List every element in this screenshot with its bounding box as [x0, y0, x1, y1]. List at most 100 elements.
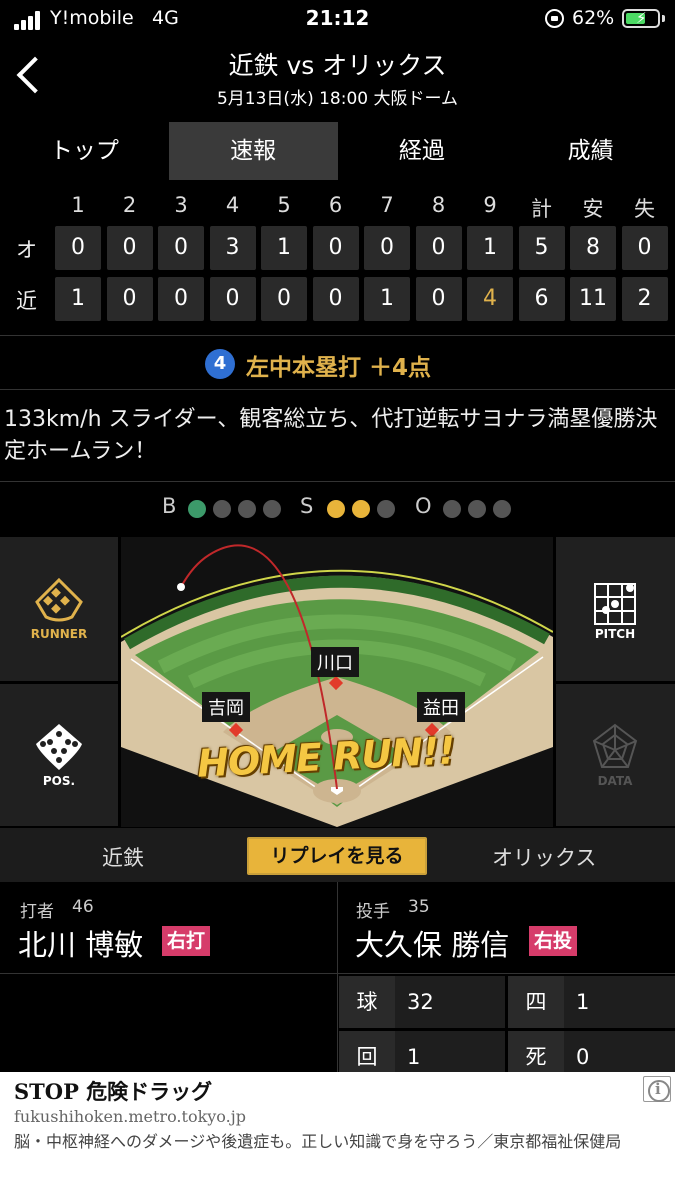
- replay-button[interactable]: リプレイを見る: [247, 837, 427, 875]
- divider: [337, 882, 338, 1072]
- ad-url[interactable]: fukushihoken.metro.tokyo.jp: [14, 1107, 246, 1126]
- position-button[interactable]: POS.: [0, 684, 118, 826]
- inning-header: 安: [582, 197, 604, 221]
- data-label: DATA: [597, 774, 633, 788]
- runner-label: RUNNER: [30, 627, 88, 641]
- stat-key: 死: [508, 1031, 564, 1072]
- score-cell: 6: [518, 277, 565, 321]
- stat-walks: 四 1: [508, 976, 675, 1028]
- stat-pitches: 球 32: [339, 976, 505, 1028]
- score-cell: 1: [261, 226, 307, 270]
- team-away-button[interactable]: オリックス: [492, 842, 596, 872]
- tab-top[interactable]: トップ: [0, 122, 169, 180]
- pitcher-hand-badge: 右投: [529, 926, 578, 956]
- stat-key: 回: [339, 1031, 395, 1072]
- score-cell: 4: [467, 277, 513, 321]
- score-cell: 11: [570, 277, 616, 321]
- pitch-label: PITCH: [594, 627, 636, 641]
- stat-key: 四: [508, 976, 564, 1028]
- battery-icon: ⚡: [622, 9, 660, 28]
- inning-header: 8: [431, 193, 446, 217]
- runner-button[interactable]: RUNNER: [0, 537, 118, 681]
- page-title: 近鉄 vs オリックス: [228, 51, 447, 80]
- battery-percent: 62%: [572, 7, 615, 29]
- score-cell: 3: [209, 226, 256, 270]
- stat-value: 1: [407, 1045, 421, 1069]
- inning-header: 7: [380, 193, 394, 217]
- score-cell: 0: [415, 277, 462, 321]
- score-cell: 0: [312, 226, 359, 270]
- team-row-label: オ: [16, 238, 37, 262]
- inning-header: 計: [531, 197, 552, 221]
- strike-dot: [327, 500, 345, 518]
- battery-tip: [662, 15, 665, 22]
- field-graphic: [121, 544, 553, 827]
- stat-value: 0: [576, 1045, 590, 1069]
- strike-label: S: [300, 494, 314, 518]
- batter-label: 打者: [20, 902, 54, 922]
- ad-banner[interactable]: STOP 危険ドラッグ fukushihoken.metro.tokyo.jp …: [0, 1072, 675, 1200]
- divider: [0, 389, 675, 390]
- strike-dot: [377, 500, 395, 518]
- score-cell: 0: [364, 226, 410, 270]
- out-dot: [468, 500, 486, 518]
- inning-header: 5: [277, 193, 291, 217]
- out-dot: [493, 500, 511, 518]
- inning-header: 2: [122, 193, 137, 217]
- stat-key: 球: [339, 976, 395, 1028]
- score-cell: 0: [621, 226, 668, 270]
- inning-header: 6: [328, 193, 343, 217]
- pitcher-name: 大久保 勝信: [355, 928, 510, 962]
- score-cell: 1: [55, 277, 101, 321]
- stat-value: 32: [407, 990, 434, 1014]
- team-toggle: 近鉄 リプレイを見る オリックス: [0, 828, 675, 882]
- tab-bar: トップ 速報 経過 成績: [0, 122, 675, 180]
- score-cell: 0: [312, 277, 359, 321]
- stat-innings: 回 1: [339, 1031, 505, 1072]
- inning-header: 9: [483, 193, 497, 217]
- divider: [0, 973, 675, 974]
- score-cell: 2: [621, 277, 668, 321]
- out-label: O: [415, 494, 432, 518]
- ad-title[interactable]: STOP 危険ドラッグ: [14, 1076, 212, 1106]
- tab-progress[interactable]: 経過: [338, 122, 507, 180]
- inning-header: 4: [225, 193, 240, 217]
- team-row-label: 近: [16, 289, 37, 313]
- fielder-label-left: 吉岡: [202, 692, 250, 722]
- score-cell: 0: [106, 277, 153, 321]
- status-bar: Y!mobile 4G 21:12 62% ⚡: [0, 0, 675, 40]
- ball-dot: [188, 500, 206, 518]
- divider: [0, 335, 675, 336]
- team-home-button[interactable]: 近鉄: [102, 842, 144, 872]
- divider: [0, 481, 675, 482]
- pitcher-number: 35: [408, 897, 430, 917]
- score-cell: 0: [261, 277, 307, 321]
- batter-hand-badge: 右打: [162, 926, 211, 956]
- out-dot: [443, 500, 461, 518]
- play-result-text: 左中本塁打 ＋4点: [246, 355, 432, 381]
- stat-hit-by-pitch: 死 0: [508, 1031, 675, 1072]
- field-view: 川口 吉岡 益田 HOME RUN!!: [121, 537, 553, 827]
- score-cell: 0: [55, 226, 101, 270]
- score-cell: 0: [209, 277, 256, 321]
- ball-dot: [213, 500, 231, 518]
- radar-chart-icon: [592, 723, 638, 768]
- tab-stats[interactable]: 成績: [506, 122, 675, 180]
- data-button[interactable]: DATA: [556, 684, 675, 826]
- score-cell: 1: [467, 226, 513, 270]
- ball-label: B: [162, 494, 177, 518]
- fielders-icon: [36, 724, 82, 770]
- score-cell: 1: [364, 277, 410, 321]
- batter-number: 46: [72, 897, 94, 917]
- inning-header: 1: [71, 193, 85, 217]
- play-description: 133km/h スライダー、観客総立ち、代打逆転サヨナラ満塁優勝決定ホームラン！: [4, 407, 658, 464]
- diamond-icon: [35, 577, 83, 622]
- tab-live[interactable]: 速報: [168, 122, 338, 180]
- pitcher-label: 投手: [356, 902, 390, 922]
- ad-info-icon[interactable]: [643, 1076, 671, 1102]
- ad-body: 脳・中枢神経へのダメージや後遺症も。正しい知識で身を守ろう／東京都福祉保健局: [14, 1132, 622, 1151]
- score-cell: 0: [106, 226, 153, 270]
- pitch-button[interactable]: PITCH: [556, 537, 675, 681]
- score-cell: 8: [570, 226, 616, 270]
- score-cell: 0: [158, 277, 204, 321]
